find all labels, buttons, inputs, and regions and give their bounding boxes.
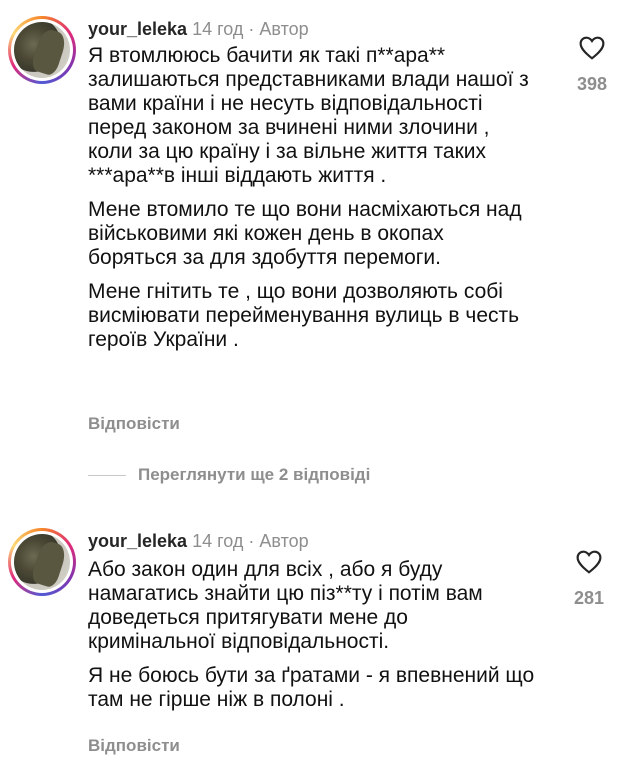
comment-text: Я втомлююсь бачити як такі п**ара** зали… xyxy=(88,44,538,362)
comment-paragraph: Мене гнітить те , що вони дозволяють соб… xyxy=(88,280,520,351)
username[interactable]: your_leleka xyxy=(88,19,187,39)
like-button[interactable]: 281 xyxy=(559,550,619,609)
author-badge: Автор xyxy=(259,19,309,39)
comment-meta: your_leleka 14 год · Автор xyxy=(88,19,309,39)
avatar[interactable] xyxy=(8,16,76,84)
avatar-image xyxy=(14,534,70,590)
heart-icon[interactable] xyxy=(579,36,605,60)
like-count: 281 xyxy=(573,588,605,608)
heart-icon[interactable] xyxy=(576,550,602,574)
view-replies-label: Переглянути ще 2 відповіді xyxy=(138,465,371,484)
comment-paragraph: Або закон один для всіх , або я буду нам… xyxy=(88,558,483,653)
reply-button[interactable]: Відповісти xyxy=(88,736,180,756)
comment-time: 14 год xyxy=(192,531,244,551)
divider xyxy=(88,474,126,476)
comment-meta: your_leleka 14 год · Автор xyxy=(88,531,309,551)
like-button[interactable]: 398 xyxy=(562,36,622,95)
author-badge: Автор xyxy=(259,531,309,551)
comment-time: 14 год xyxy=(192,19,244,39)
comment-paragraph: Я не боюсь бути за ґратами - я впевнений… xyxy=(88,664,535,711)
comment-text: Або закон один для всіх , або я буду нам… xyxy=(88,558,538,722)
avatar[interactable] xyxy=(8,528,76,596)
username[interactable]: your_leleka xyxy=(88,531,187,551)
comment-paragraph: Я втомлююсь бачити як такі п**ара** зали… xyxy=(88,44,529,187)
avatar-image xyxy=(14,22,70,78)
view-replies-button[interactable]: Переглянути ще 2 відповіді xyxy=(88,462,370,488)
reply-button[interactable]: Відповісти xyxy=(88,414,180,434)
comment-paragraph: Мене втомило те що вони насміхаються над… xyxy=(88,198,522,269)
like-count: 398 xyxy=(576,74,608,94)
